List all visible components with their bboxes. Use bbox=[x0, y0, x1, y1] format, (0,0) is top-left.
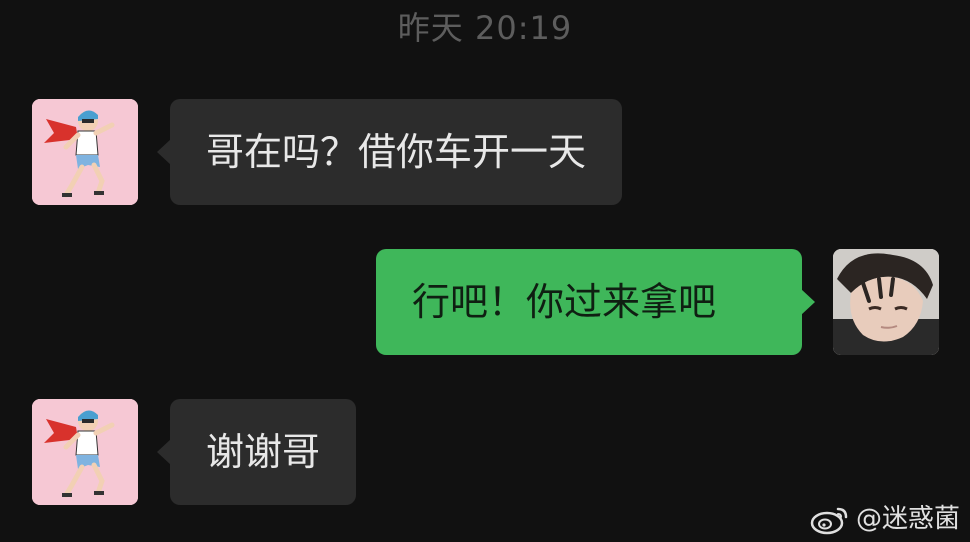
incoming-message-bubble[interactable]: 谢谢哥 bbox=[156, 399, 357, 505]
watermark-handle: @迷惑菌 bbox=[855, 504, 960, 534]
caped-hero-avatar-icon bbox=[32, 399, 138, 505]
incoming-message-bubble[interactable]: 哥在吗？借你车开一天 bbox=[156, 99, 623, 205]
boy-photo-avatar-icon bbox=[833, 249, 939, 355]
outgoing-message-bubble[interactable]: 行吧！你过来拿吧 bbox=[376, 249, 815, 355]
weibo-watermark: @迷惑菌 bbox=[810, 502, 960, 536]
message-timestamp: 昨天 20:19 bbox=[397, 9, 573, 47]
chat-screen: 昨天 20:19 哥在吗？借你车开一天 行吧！你过来拿吧 谢谢哥 @迷惑菌 bbox=[0, 0, 970, 542]
caped-hero-avatar-icon bbox=[32, 99, 138, 205]
self-avatar[interactable] bbox=[833, 249, 939, 355]
friend-avatar[interactable] bbox=[32, 99, 138, 205]
friend-avatar[interactable] bbox=[32, 399, 138, 505]
weibo-logo-icon bbox=[810, 507, 848, 535]
